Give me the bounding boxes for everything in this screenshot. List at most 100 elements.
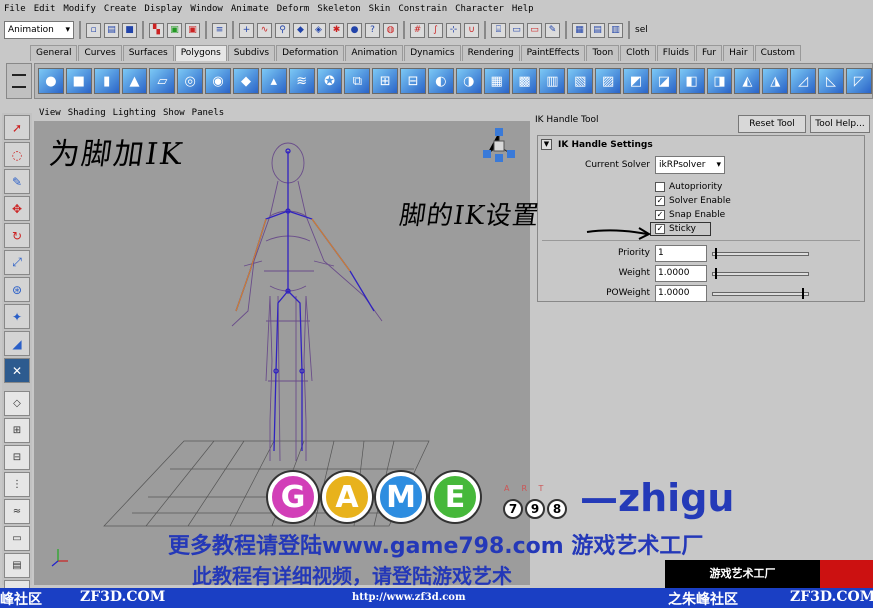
- frame-header[interactable]: ▼ IK Handle Settings: [538, 136, 864, 153]
- menu-edit[interactable]: Edit: [34, 4, 56, 14]
- viewport-menu-panels[interactable]: Panels: [192, 108, 225, 118]
- poweight-slider-knob[interactable]: [802, 288, 804, 299]
- tab-surfaces[interactable]: Surfaces: [122, 45, 174, 61]
- ik-handle-tool-icon[interactable]: ✕: [4, 358, 30, 383]
- merge-vertices-icon[interactable]: ◪: [650, 68, 677, 94]
- poly-torus-icon[interactable]: ◎: [177, 68, 204, 94]
- viewport-menu-show[interactable]: Show: [163, 108, 185, 118]
- smooth-icon[interactable]: ◐: [428, 68, 454, 94]
- tab-painteffects[interactable]: PaintEffects: [520, 45, 586, 61]
- collapse-icon[interactable]: ◧: [678, 68, 705, 94]
- menu-modify[interactable]: Modify: [63, 4, 96, 14]
- open-scene-icon[interactable]: ▤: [104, 22, 119, 38]
- selection-mask-icon[interactable]: ≡: [212, 22, 227, 38]
- snap-enable-checkbox[interactable]: ✓: [655, 210, 665, 220]
- poly-helix-icon[interactable]: ≋: [288, 68, 315, 94]
- select-tool-icon[interactable]: ➚: [4, 115, 30, 140]
- viewport-menu-view[interactable]: View: [39, 108, 61, 118]
- menu-constrain[interactable]: Constrain: [398, 4, 447, 14]
- menu-character[interactable]: Character: [455, 4, 504, 14]
- snap-grid-icon[interactable]: #: [410, 22, 425, 38]
- persp-outliner-layout-icon[interactable]: ⊟: [4, 445, 30, 470]
- paint-select-tool-icon[interactable]: ✎: [4, 169, 30, 194]
- subdivide-icon[interactable]: ◨: [706, 68, 733, 94]
- priority-field[interactable]: 1: [655, 245, 707, 262]
- autopriority-checkbox[interactable]: [655, 182, 665, 192]
- poly-sphere-icon[interactable]: ●: [38, 68, 64, 94]
- persp-hypergraph-layout-icon[interactable]: ▭: [4, 526, 30, 551]
- poly-soccer-icon[interactable]: ✪: [316, 68, 343, 94]
- collapse-arrow-icon[interactable]: ▼: [541, 139, 552, 150]
- select-misc-icon[interactable]: ?: [365, 22, 380, 38]
- poly-cube-icon[interactable]: ■: [65, 68, 92, 94]
- select-component-icon[interactable]: ▣: [185, 22, 200, 38]
- ipr-render-icon[interactable]: ▭: [527, 22, 542, 38]
- solver-enable-row[interactable]: ✓ Solver Enable: [655, 196, 731, 206]
- reduce-icon[interactable]: ◑: [455, 68, 482, 94]
- current-solver-dropdown[interactable]: ikRPsolver ▾: [655, 156, 725, 174]
- snap-enable-row[interactable]: ✓ Snap Enable: [655, 210, 725, 220]
- layout-icon[interactable]: ▦: [572, 22, 587, 38]
- quadrangulate-icon[interactable]: ◺: [818, 68, 844, 94]
- shelf-menu[interactable]: [6, 63, 32, 99]
- persp-graph-layout-icon[interactable]: ⋮: [4, 472, 30, 497]
- priority-slider[interactable]: [712, 248, 809, 259]
- tab-subdivs[interactable]: Subdivs: [227, 45, 276, 61]
- tab-deformation[interactable]: Deformation: [276, 45, 345, 61]
- menu-animate[interactable]: Animate: [231, 4, 269, 14]
- menu-file[interactable]: File: [4, 4, 26, 14]
- menu-skin[interactable]: Skin: [369, 4, 391, 14]
- split-edge-ring-icon[interactable]: ◮: [762, 68, 789, 94]
- menu-display[interactable]: Display: [144, 4, 182, 14]
- autopriority-row[interactable]: Autopriority: [655, 182, 722, 192]
- menu-deform[interactable]: Deform: [277, 4, 310, 14]
- attribute-editor-icon[interactable]: ▥: [608, 22, 623, 38]
- poly-pipe-icon[interactable]: ◉: [205, 68, 232, 94]
- lasso-tool-icon[interactable]: ◌: [4, 142, 30, 167]
- tab-general[interactable]: General: [30, 45, 78, 61]
- reset-tool-button[interactable]: Reset Tool: [738, 115, 806, 133]
- move-tool-icon[interactable]: ✥: [4, 196, 30, 221]
- soft-mod-tool-icon[interactable]: ✦: [4, 304, 30, 329]
- split-polygon-icon[interactable]: ▧: [567, 68, 594, 94]
- extrude-face-icon[interactable]: ▩: [511, 68, 538, 94]
- last-tool-icon[interactable]: ◢: [4, 331, 30, 356]
- select-handles-icon[interactable]: +: [239, 22, 254, 38]
- tab-fluids[interactable]: Fluids: [656, 45, 695, 61]
- render-icon[interactable]: ▭: [509, 22, 524, 38]
- snap-curve-icon[interactable]: ∫: [428, 22, 443, 38]
- poly-prism-icon[interactable]: ◆: [233, 68, 259, 94]
- select-hierarchy-icon[interactable]: ▚: [149, 22, 164, 38]
- poly-pyramid-icon[interactable]: ▴: [260, 68, 287, 94]
- tab-hair[interactable]: Hair: [723, 45, 754, 61]
- tab-fur[interactable]: Fur: [695, 45, 723, 61]
- viewport-menu-lighting[interactable]: Lighting: [113, 108, 156, 118]
- separate-icon[interactable]: ⊞: [372, 68, 399, 94]
- snap-point-icon[interactable]: ⊹: [446, 22, 461, 38]
- tab-polygons[interactable]: Polygons: [174, 45, 227, 61]
- poly-cone-icon[interactable]: ▲: [121, 68, 148, 94]
- new-scene-icon[interactable]: ▫: [86, 22, 101, 38]
- select-surfaces-icon[interactable]: ◆: [293, 22, 308, 38]
- tab-animation[interactable]: Animation: [345, 45, 404, 61]
- poweight-slider[interactable]: [712, 288, 809, 299]
- history-icon[interactable]: ⌸: [491, 22, 506, 38]
- wedge-face-icon[interactable]: ▨: [595, 68, 622, 94]
- menu-create[interactable]: Create: [104, 4, 137, 14]
- rotate-tool-icon[interactable]: ↻: [4, 223, 30, 248]
- poweight-field[interactable]: 1.0000: [655, 285, 707, 302]
- menu-set-selector[interactable]: Animation ▾: [4, 21, 74, 39]
- tab-curves[interactable]: Curves: [78, 45, 122, 61]
- tab-rendering[interactable]: Rendering: [461, 45, 520, 61]
- tab-custom[interactable]: Custom: [754, 45, 802, 61]
- poke-icon[interactable]: ◭: [734, 68, 761, 94]
- select-dynamics-icon[interactable]: ✱: [329, 22, 344, 38]
- menu-skeleton[interactable]: Skeleton: [317, 4, 360, 14]
- select-rendering-icon[interactable]: ●: [347, 22, 362, 38]
- select-curves-icon[interactable]: ⚲: [275, 22, 290, 38]
- snap-view-plane-icon[interactable]: ∪: [464, 22, 479, 38]
- scale-tool-icon[interactable]: ⤢: [4, 250, 30, 275]
- quick-selection-label[interactable]: sel: [635, 25, 648, 35]
- four-view-layout-icon[interactable]: ⊞: [4, 418, 30, 443]
- solver-enable-checkbox[interactable]: ✓: [655, 196, 665, 206]
